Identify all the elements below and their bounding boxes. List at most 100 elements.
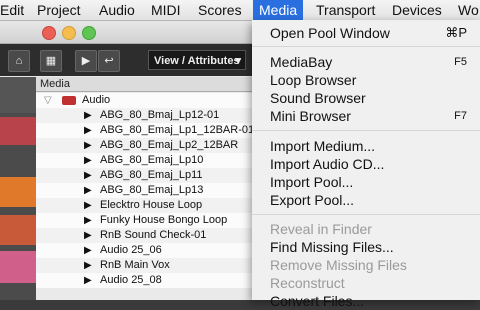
list-item[interactable]: ▶ Elecktro House Loop xyxy=(36,198,252,213)
file-label: RnB Sound Check-01 xyxy=(100,229,207,241)
file-label: ABG_80_Emaj_Lp2_12BAR xyxy=(100,139,239,151)
menu-item-remove-missing-files[interactable]: Remove Missing Files xyxy=(270,256,475,274)
menu-item-reveal-in-finder[interactable]: Reveal in Finder xyxy=(270,220,475,238)
menu-item-label: Sound Browser xyxy=(270,90,366,106)
file-label: Elecktro House Loop xyxy=(100,199,203,211)
play-icon[interactable]: ▶ xyxy=(75,50,97,72)
menu-item-sound-browser[interactable]: Sound Browser xyxy=(270,89,475,107)
play-triangle-icon: ▶ xyxy=(84,170,92,181)
loop-icon[interactable]: ↩ xyxy=(98,50,120,72)
home-icon[interactable]: ⌂ xyxy=(8,50,30,72)
menu-item-label: MediaBay xyxy=(270,54,333,70)
menu-item-label: Convert Files... xyxy=(270,293,365,309)
separator xyxy=(252,46,480,47)
list-item[interactable]: ▶ Audio 25_06 xyxy=(36,243,252,258)
minimize-window-button[interactable] xyxy=(62,26,76,40)
track-color-pink[interactable] xyxy=(0,251,36,283)
separator xyxy=(252,214,480,215)
menu-project[interactable]: Project xyxy=(31,0,87,20)
chevron-down-icon: ▾ xyxy=(235,55,241,67)
layout-icon[interactable]: ▦ xyxy=(40,50,62,72)
file-label: ABG_80_Emaj_Lp1_12BAR-01 xyxy=(100,124,252,136)
list-item[interactable]: ▶ RnB Sound Check-01 xyxy=(36,228,252,243)
menu-devices[interactable]: Devices xyxy=(386,0,448,20)
list-item[interactable]: ▶ ABG_80_Bmaj_Lp12-01 xyxy=(36,108,252,123)
list-item[interactable]: ▶ ABG_80_Emaj_Lp1_12BAR-01 xyxy=(36,123,252,138)
project-track-strip xyxy=(0,77,36,300)
menu-item-label: Reconstruct xyxy=(270,275,345,291)
file-label: ABG_80_Emaj_Lp13 xyxy=(100,184,204,196)
menu-scores[interactable]: Scores xyxy=(192,0,248,20)
disclosure-triangle-icon[interactable]: ▽ xyxy=(44,93,52,108)
play-triangle-icon: ▶ xyxy=(84,185,92,196)
close-window-button[interactable] xyxy=(42,26,56,40)
list-item[interactable]: ▶ Audio 25_08 xyxy=(36,273,252,288)
play-triangle-icon: ▶ xyxy=(84,230,92,241)
menu-item-reconstruct[interactable]: Reconstruct xyxy=(270,274,475,292)
file-label: Audio 25_06 xyxy=(100,244,162,256)
menu-item-label: Import Medium... xyxy=(270,138,376,154)
separator xyxy=(252,130,480,131)
file-label: ABG_80_Emaj_Lp11 xyxy=(100,169,203,181)
play-triangle-icon: ▶ xyxy=(84,200,92,211)
folder-label: Audio xyxy=(82,94,111,106)
view-attributes-label: View / Attributes xyxy=(154,55,240,67)
pool-toolbar: ⌂ ▦ ▶ ↩ View / Attributes ▾ xyxy=(0,44,252,76)
list-item[interactable]: ▶ Funky House Bongo Loop xyxy=(36,213,252,228)
pool-window: ⌂ ▦ ▶ ↩ View / Attributes ▾ Media ▽ Audi… xyxy=(0,21,252,300)
zoom-window-button[interactable] xyxy=(82,26,96,40)
view-attributes-dropdown[interactable]: View / Attributes ▾ xyxy=(148,50,246,70)
track-color-red[interactable] xyxy=(0,117,36,145)
audio-folder-icon xyxy=(62,96,76,105)
folder-row[interactable]: ▽ Audio xyxy=(36,93,252,108)
play-triangle-icon: ▶ xyxy=(84,215,92,226)
menu-item-import-pool[interactable]: Import Pool... xyxy=(270,173,475,191)
menu-edit[interactable]: Edit xyxy=(0,0,30,20)
menu-item-find-missing-files[interactable]: Find Missing Files... xyxy=(270,238,475,256)
menu-item-label: Open Pool Window xyxy=(270,25,390,41)
media-list: ▽ Audio ▶ ABG_80_Bmaj_Lp12-01 ▶ ABG_80_E… xyxy=(36,93,252,300)
menu-item-label: Mini Browser xyxy=(270,108,351,124)
menu-item-label: Remove Missing Files xyxy=(270,257,407,273)
menu-item-export-pool[interactable]: Export Pool... xyxy=(270,191,475,209)
file-label: Funky House Bongo Loop xyxy=(100,214,228,226)
play-triangle-icon: ▶ xyxy=(84,125,92,136)
file-label: ABG_80_Emaj_Lp10 xyxy=(100,154,204,166)
menu-item-label: Reveal in Finder xyxy=(270,221,372,237)
track-color-orange[interactable] xyxy=(0,177,36,207)
menu-midi[interactable]: MIDI xyxy=(145,0,187,20)
media-dropdown-menu: Open Pool Window ⌘P MediaBay F5 Loop Bro… xyxy=(252,20,480,309)
folder-track[interactable] xyxy=(0,215,36,245)
menu-window[interactable]: Wo xyxy=(452,0,480,20)
menu-item-import-audio-cd[interactable]: Import Audio CD... xyxy=(270,155,475,173)
menu-media[interactable]: Media xyxy=(253,0,304,20)
menu-item-loop-browser[interactable]: Loop Browser xyxy=(270,71,475,89)
media-column-header[interactable]: Media xyxy=(36,77,252,92)
play-triangle-icon: ▶ xyxy=(84,155,92,166)
menu-item-label: Import Pool... xyxy=(270,174,354,190)
play-triangle-icon: ▶ xyxy=(84,245,92,256)
menu-item-label: Export Pool... xyxy=(270,192,355,208)
menu-item-label: Find Missing Files... xyxy=(270,239,394,255)
list-item[interactable]: ▶ ABG_80_Emaj_Lp11 xyxy=(36,168,252,183)
menu-item-open-pool-window[interactable]: Open Pool Window ⌘P xyxy=(270,24,475,42)
menu-bar: Edit Project Audio MIDI Scores Media Tra… xyxy=(0,0,480,21)
shortcut-label: F7 xyxy=(454,110,467,122)
menu-item-import-medium[interactable]: Import Medium... xyxy=(270,137,475,155)
menu-item-mediabay[interactable]: MediaBay F5 xyxy=(270,53,475,71)
play-triangle-icon: ▶ xyxy=(84,275,92,286)
file-label: ABG_80_Bmaj_Lp12-01 xyxy=(100,109,220,121)
list-item[interactable]: ▶ ABG_80_Emaj_Lp13 xyxy=(36,183,252,198)
list-item[interactable]: ▶ ABG_80_Emaj_Lp2_12BAR xyxy=(36,138,252,153)
menu-transport[interactable]: Transport xyxy=(310,0,381,20)
play-triangle-icon: ▶ xyxy=(84,260,92,271)
play-triangle-icon: ▶ xyxy=(84,140,92,151)
list-item[interactable]: ▶ ABG_80_Emaj_Lp10 xyxy=(36,153,252,168)
file-label: Audio 25_08 xyxy=(100,274,162,286)
list-item[interactable]: ▶ RnB Main Vox xyxy=(36,258,252,273)
menu-item-convert-files[interactable]: Convert Files... xyxy=(270,292,475,310)
track-header[interactable] xyxy=(0,77,36,113)
menu-item-mini-browser[interactable]: Mini Browser F7 xyxy=(270,107,475,125)
play-triangle-icon: ▶ xyxy=(84,110,92,121)
menu-audio[interactable]: Audio xyxy=(93,0,141,20)
